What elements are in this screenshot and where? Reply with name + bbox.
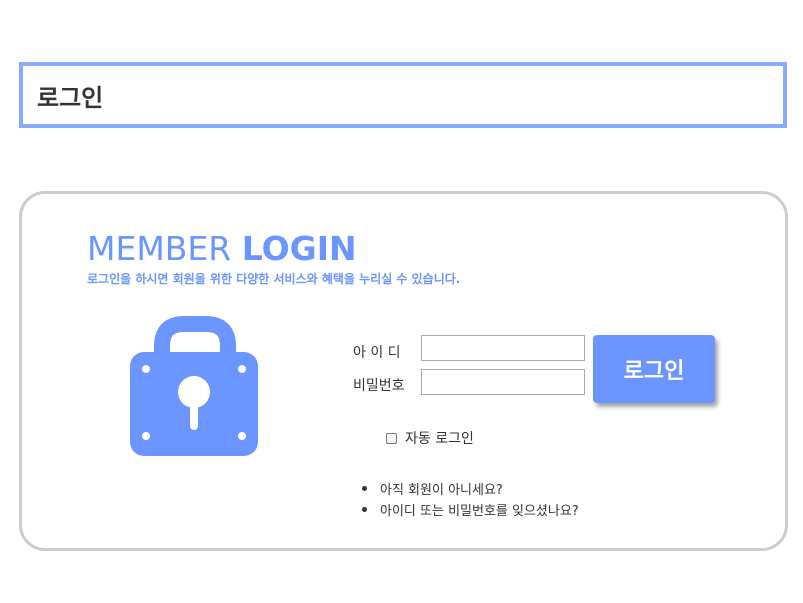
auto-login-label: 자동 로그인 (405, 431, 474, 447)
bullet-icon (362, 507, 367, 512)
heading-member: MEMBER (87, 229, 242, 268)
page-title: 로그인 (37, 83, 104, 112)
password-label: 비밀번호 (353, 378, 405, 394)
signup-link-text[interactable]: 아직 회원이 아니세요? (380, 479, 503, 498)
find-account-link-text[interactable]: 아이디 또는 비밀번호를 잊으셨나요? (380, 500, 579, 519)
login-card: MEMBER LOGIN 로그인을 하시면 회원을 위한 다양한 서비스와 혜택… (19, 191, 788, 551)
password-input[interactable] (421, 369, 585, 395)
signup-link[interactable]: 아직 회원이 아니세요? (362, 478, 579, 499)
heading-login: LOGIN (241, 229, 357, 268)
help-links: 아직 회원이 아니세요? 아이디 또는 비밀번호를 잊으셨나요? (362, 478, 579, 520)
id-input[interactable] (421, 335, 585, 361)
find-account-link[interactable]: 아이디 또는 비밀번호를 잊으셨나요? (362, 499, 579, 520)
page-title-box: 로그인 (19, 62, 787, 128)
login-button[interactable]: 로그인 (593, 335, 715, 403)
bullet-icon (362, 486, 367, 491)
auto-login-option[interactable]: 자동 로그인 (386, 428, 474, 448)
login-description: 로그인을 하시면 회원을 위한 다양한 서비스와 혜택을 누리실 수 있습니다. (87, 272, 461, 286)
lock-icon (130, 316, 258, 456)
member-login-heading: MEMBER LOGIN (87, 229, 357, 268)
id-label: 아 이 디 (353, 345, 401, 361)
auto-login-checkbox[interactable] (386, 432, 397, 444)
